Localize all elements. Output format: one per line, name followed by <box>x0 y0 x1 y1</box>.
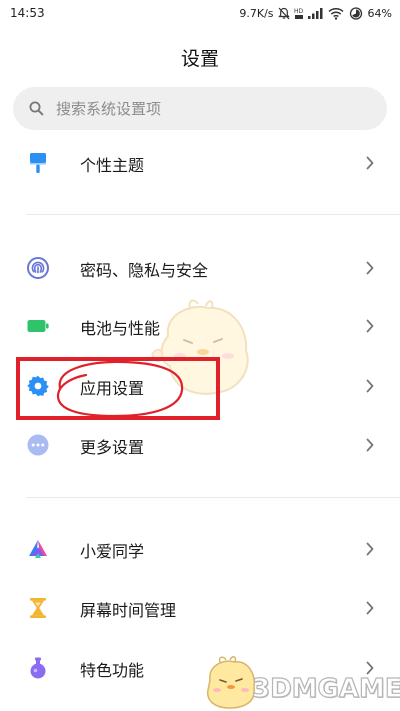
search-icon <box>29 101 44 116</box>
section-divider <box>26 214 400 215</box>
wifi-icon <box>328 7 344 20</box>
xiaoai-icon <box>29 540 47 558</box>
search-bar[interactable] <box>13 87 387 130</box>
brush-icon <box>30 153 46 173</box>
chevron-right-icon <box>366 661 374 675</box>
settings-item-more-settings[interactable]: 更多设置 <box>0 417 400 473</box>
network-speed: 9.7K/s <box>239 6 274 20</box>
battery-percent: 64% <box>367 6 392 20</box>
status-bar: 14:53 9.7K/s HD 64% <box>0 0 400 28</box>
chevron-right-icon <box>366 438 374 452</box>
mute-icon <box>277 7 290 19</box>
settings-item-label: 密码、隐私与安全 <box>80 261 209 280</box>
watermark-mascot <box>206 656 256 709</box>
hourglass-icon <box>30 598 46 618</box>
signal-icon <box>307 7 323 19</box>
search-input[interactable] <box>56 99 336 118</box>
section-divider <box>26 497 400 498</box>
battery-icon <box>27 320 49 332</box>
chevron-right-icon <box>366 319 374 333</box>
watermark-text: 3DMGAME <box>251 673 400 704</box>
chevron-right-icon <box>366 379 374 393</box>
hd-icon: HD <box>294 8 304 19</box>
page-title: 设置 <box>180 48 219 70</box>
highlight-circle <box>56 360 184 418</box>
settings-item-label: 更多设置 <box>80 438 145 457</box>
chevron-right-icon <box>366 156 374 170</box>
status-icons: 9.7K/s HD 64% <box>239 5 392 21</box>
chevron-right-icon <box>366 542 374 556</box>
fingerprint-icon <box>27 257 49 279</box>
status-time: 14:53 <box>10 6 45 20</box>
battery-icon <box>349 6 362 20</box>
settings-item-label: 个性主题 <box>80 156 145 175</box>
flask-icon <box>30 657 46 679</box>
settings-item-label: 特色功能 <box>80 661 145 680</box>
settings-item-password-privacy[interactable]: 密码、隐私与安全 <box>0 240 400 296</box>
settings-item-screen-time[interactable]: 屏幕时间管理 <box>0 580 400 636</box>
settings-item-label: 小爱同学 <box>80 542 145 561</box>
settings-item-personal-theme[interactable]: 个性主题 <box>0 135 400 191</box>
settings-item-label: 电池与性能 <box>80 319 161 338</box>
settings-item-label: 屏幕时间管理 <box>80 601 177 620</box>
chevron-right-icon <box>366 261 374 275</box>
chevron-right-icon <box>366 601 374 615</box>
settings-item-xiaoai[interactable]: 小爱同学 <box>0 521 400 577</box>
more-icon <box>27 434 49 456</box>
svg-text:HD: HD <box>294 8 304 15</box>
